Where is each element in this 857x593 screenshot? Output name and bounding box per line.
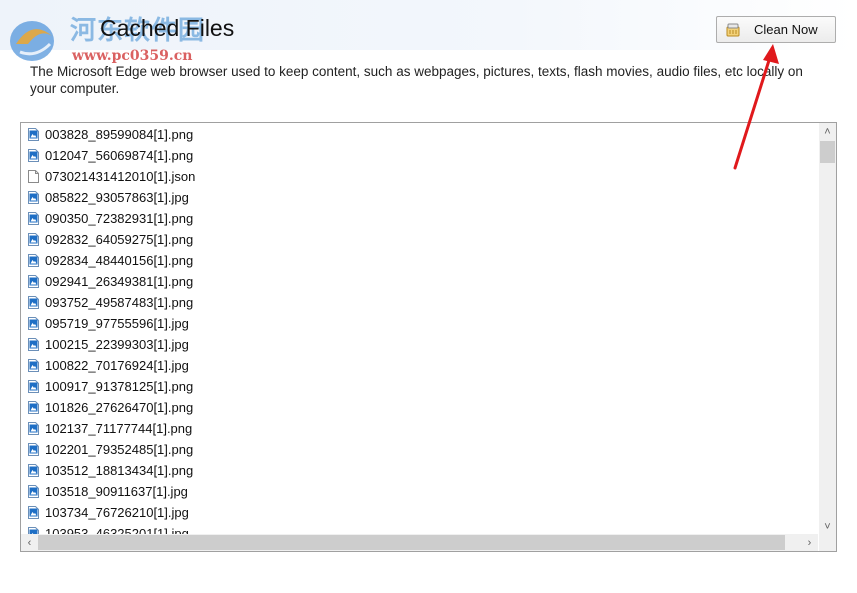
horizontal-scroll-thumb[interactable] [38,535,785,550]
list-item[interactable]: 092941_26349381[1].png [21,271,818,292]
watermark-url: www.pc0359.cn [72,48,193,64]
image-file-icon [28,254,39,267]
file-name: 102201_79352485[1].png [45,442,194,457]
image-file-icon [28,317,39,330]
image-file-icon [28,464,39,477]
list-item[interactable]: 102137_71177744[1].png [21,418,818,439]
scroll-left-arrow-icon[interactable]: ‹ [21,534,38,551]
file-name: 092832_64059275[1].png [45,232,194,247]
annotation-arrow-icon [733,44,779,170]
file-name: 092941_26349381[1].png [45,274,194,289]
image-file-icon [28,149,39,162]
file-name: 092834_48440156[1].png [45,253,194,268]
list-item[interactable]: 100822_70176924[1].jpg [21,355,818,376]
list-item[interactable]: 092834_48440156[1].png [21,250,818,271]
scroll-down-arrow-icon[interactable]: ˅ [819,518,836,535]
list-item[interactable]: 102201_79352485[1].png [21,439,818,460]
file-name: 101826_27626470[1].png [45,400,194,415]
file-name: 003828_89599084[1].png [45,127,194,142]
file-name: 103518_90911637[1].jpg [45,484,188,499]
list-item[interactable]: 093752_49587483[1].png [21,292,818,313]
list-item[interactable]: 092832_64059275[1].png [21,229,818,250]
image-file-icon [28,401,39,414]
image-file-icon [28,338,39,351]
image-file-icon [28,296,39,309]
file-name: 093752_49587483[1].png [45,295,194,310]
file-name: 012047_56069874[1].png [45,148,194,163]
list-item[interactable]: 103518_90911637[1].jpg [21,481,818,502]
image-file-icon [28,485,39,498]
list-item[interactable]: 003828_89599084[1].png [21,124,818,145]
list-item[interactable]: 100917_91378125[1].png [21,376,818,397]
cached-files-list[interactable]: 003828_89599084[1].png 012047_56069874[1]… [20,122,837,552]
image-file-icon [28,212,39,225]
blank-file-icon [28,170,39,183]
clean-now-label: Clean Now [754,22,818,37]
scroll-up-arrow-icon[interactable]: ˄ [819,123,836,140]
list-item[interactable]: 101826_27626470[1].png [21,397,818,418]
scrollbar-corner [819,534,836,551]
image-file-icon [28,380,39,393]
file-name: 100822_70176924[1].jpg [45,358,189,373]
vertical-scrollbar[interactable]: ˄ ˅ [819,123,836,535]
image-file-icon [28,443,39,456]
list-item[interactable]: 095719_97755596[1].jpg [21,313,818,334]
file-name: 090350_72382931[1].png [45,211,194,226]
image-file-icon [28,275,39,288]
file-name: 100215_22399303[1].jpg [45,337,189,352]
broom-icon [726,23,740,36]
list-item[interactable]: 100215_22399303[1].jpg [21,334,818,355]
watermark-logo-icon [10,21,54,61]
image-file-icon [28,359,39,372]
page-title: Cached Files [100,15,235,41]
file-list-items: 003828_89599084[1].png 012047_56069874[1]… [21,124,818,536]
list-item[interactable]: 073021431412010[1].json [21,166,818,187]
file-name: 073021431412010[1].json [45,169,196,184]
image-file-icon [28,233,39,246]
image-file-icon [28,422,39,435]
list-item[interactable]: 103734_76726210[1].jpg [21,502,818,523]
list-item[interactable]: 103512_18813434[1].png [21,460,818,481]
file-name: 103734_76726210[1].jpg [45,505,189,520]
scroll-right-arrow-icon[interactable]: › [801,534,818,551]
image-file-icon [28,191,39,204]
image-file-icon [28,128,39,141]
list-item[interactable]: 012047_56069874[1].png [21,145,818,166]
horizontal-scrollbar[interactable]: ‹ › [21,534,818,551]
file-name: 103512_18813434[1].png [45,463,194,478]
file-name: 100917_91378125[1].png [45,379,194,394]
list-item[interactable]: 090350_72382931[1].png [21,208,818,229]
file-name: 095719_97755596[1].jpg [45,316,189,331]
description-text: The Microsoft Edge web browser used to k… [30,64,803,96]
file-name: 102137_71177744[1].png [45,421,193,436]
image-file-icon [28,506,39,519]
file-name: 085822_93057863[1].jpg [45,190,189,205]
vertical-scroll-thumb[interactable] [820,141,835,163]
clean-now-button[interactable]: Clean Now [716,16,836,43]
list-item[interactable]: 085822_93057863[1].jpg [21,187,818,208]
